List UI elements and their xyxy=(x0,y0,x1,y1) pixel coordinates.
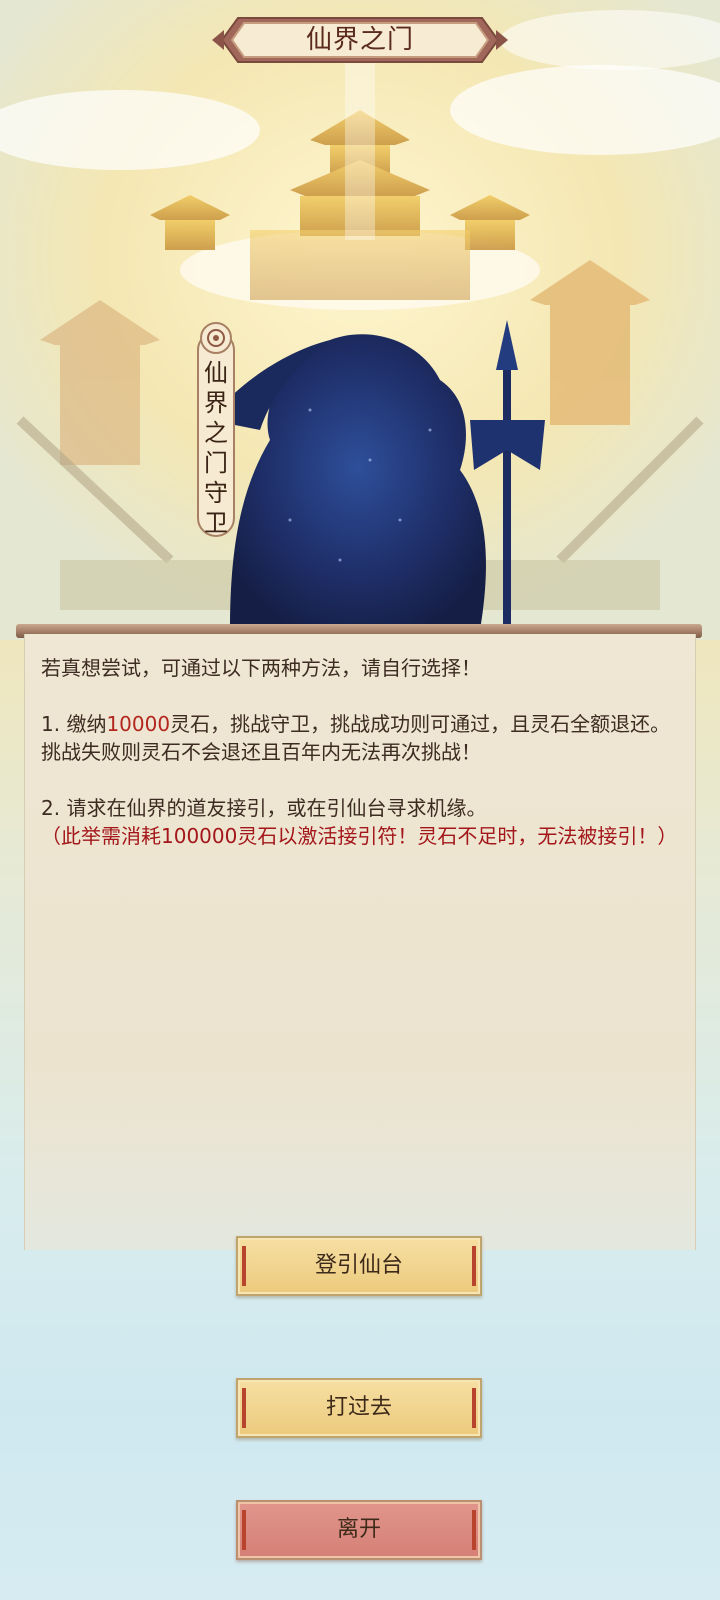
option-2-warning: （此举需消耗100000灵石以激活接引符！灵石不足时，无法被接引！） xyxy=(41,824,678,848)
option-1: 1. 缴纳10000灵石，挑战守卫，挑战成功则可通过，且灵石全额退还。挑战失败则… xyxy=(41,712,671,764)
ascend-platform-button[interactable]: 登引仙台 xyxy=(236,1236,482,1296)
fight-through-button[interactable]: 打过去 xyxy=(236,1378,482,1438)
description-panel: 若真想尝试，可通过以下两种方法，请自行选择！ 1. 缴纳10000灵石，挑战守卫… xyxy=(24,634,696,1250)
leave-button[interactable]: 离开 xyxy=(236,1500,482,1560)
title-banner: 仙界之门 xyxy=(212,14,508,66)
intro-text: 若真想尝试，可通过以下两种方法，请自行选择！ xyxy=(41,656,481,680)
page-title: 仙界之门 xyxy=(305,25,414,55)
description-text: 若真想尝试，可通过以下两种方法，请自行选择！ 1. 缴纳10000灵石，挑战守卫… xyxy=(41,654,681,878)
fee-amount: 10000 xyxy=(106,712,171,736)
guard-name-tag: 仙 界 之 门 守 卫 xyxy=(196,318,236,538)
guard-name: 仙 界 之 门 守 卫 xyxy=(204,359,228,537)
option-2: 2. 请求在仙界的道友接引，或在引仙台寻求机缘。 （此举需消耗100000灵石以激… xyxy=(41,796,678,848)
